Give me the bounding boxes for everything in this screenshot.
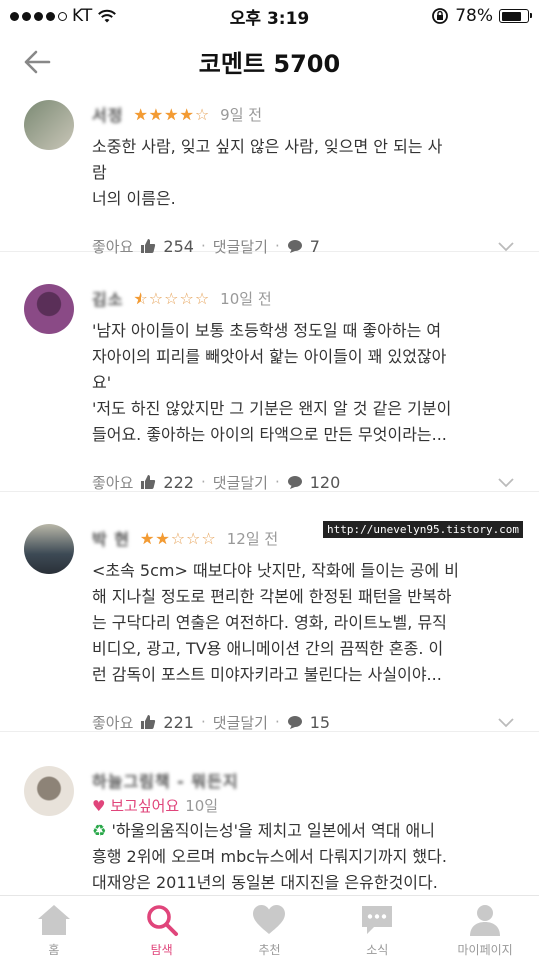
reply-label[interactable]: 댓글달기 xyxy=(213,472,268,493)
thumbs-up-icon[interactable] xyxy=(140,714,156,730)
comment-item: 하늘그림책 - 뭐든지 ♥ 보고싶어요 10일 ♻ '하울의움직이는성'을 제치… xyxy=(0,732,539,895)
divider: · xyxy=(200,713,206,731)
comment-line: 너의 이름은. xyxy=(92,189,176,208)
battery-info: 78% xyxy=(431,6,532,26)
comment-line-text: '하울의움직이는성'을 제치고 일본에서 역대 애니 xyxy=(111,821,435,840)
comment-line: 해 지나칠 정도로 편리한 각본에 한정된 패턴을 반복하 xyxy=(92,587,452,606)
chevron-down-icon[interactable] xyxy=(497,473,515,491)
thumbs-up-icon[interactable] xyxy=(140,474,156,490)
username[interactable]: 서정 xyxy=(92,102,123,126)
comment-item: 서정 ☆☆☆☆☆★★★★★ 9일 전 소중한 사람, 잊고 싶지 않은 사람, … xyxy=(0,90,539,256)
tab-label: 추천 xyxy=(258,943,281,957)
page-title: 코멘트 5700 xyxy=(198,49,341,78)
comment-line: 자아이의 피리를 빼앗아서 핥는 아이들이 꽤 있었잖아 xyxy=(92,347,447,366)
like-label[interactable]: 좋아요 xyxy=(92,472,133,493)
back-arrow-icon[interactable] xyxy=(22,47,52,77)
want-to-watch-badge: ♥ 보고싶어요 xyxy=(92,796,180,815)
comment-line: '남자 아이들이 보통 초등학생 정도일 때 좋아하는 여 xyxy=(92,321,442,340)
tab-label: 소식 xyxy=(366,943,389,957)
comment-date: 12일 전 xyxy=(226,529,279,548)
watermark: http://unevelyn95.tistory.com xyxy=(323,521,524,538)
comment-text[interactable]: ♻ '하울의움직이는성'을 제치고 일본에서 역대 애니 흥행 2위에 오르며 … xyxy=(92,818,515,895)
comment-line: 흥행 2위에 오르며 mbc뉴스에서 다뤄지기까지 했다. xyxy=(92,847,447,866)
tab-label: 홈 xyxy=(48,943,60,957)
comment-date: 10일 전 xyxy=(220,289,272,308)
comment-line: 는 구닥다리 연출은 여전하다. 영화, 라이트노벨, 뮤직 xyxy=(92,613,447,632)
reply-count: 15 xyxy=(309,712,331,732)
username[interactable]: 박 현 xyxy=(92,526,130,550)
divider: · xyxy=(274,713,280,731)
speech-bubble-icon xyxy=(287,476,302,489)
comment-line: 런 감독이 포스트 미야자키라고 불린다는 사실이야... xyxy=(92,665,442,684)
recycle-icon: ♻ xyxy=(92,821,107,840)
comment-line: <초속 5cm> 때보다야 낫지만, 작화에 들이는 공에 비 xyxy=(92,561,460,580)
tab-mypage[interactable]: 마이페이지 xyxy=(431,896,539,960)
comment-line: 람 xyxy=(92,163,107,182)
rotation-lock-icon xyxy=(432,8,449,24)
tab-label: 탐색 xyxy=(150,943,173,957)
divider: · xyxy=(200,473,206,491)
avatar[interactable] xyxy=(24,100,74,150)
like-label[interactable]: 좋아요 xyxy=(92,712,133,733)
username[interactable]: 하늘그림책 - 뭐든지 xyxy=(92,768,239,792)
comment-line: 대재앙은 2011년의 동일본 대지진을 은유한것이다. xyxy=(92,873,438,892)
tab-recommend[interactable]: 추천 xyxy=(216,896,324,960)
tab-home[interactable]: 홈 xyxy=(0,896,108,960)
username[interactable]: 김소 xyxy=(92,286,123,310)
comment-line: '저도 하진 않았지만 그 기분은 왠지 알 것 같은 기분이 xyxy=(92,399,452,418)
like-count: 222 xyxy=(163,472,194,492)
comment-date: 10일 xyxy=(185,796,219,815)
avatar[interactable] xyxy=(24,524,74,574)
tab-label: 마이페이지 xyxy=(457,943,513,957)
battery-icon xyxy=(499,9,532,23)
comment-text[interactable]: '남자 아이들이 보통 초등학생 정도일 때 좋아하는 여 자아이의 피리를 빼… xyxy=(92,318,515,448)
comment-line: 들어요. 좋아하는 아이의 타액으로 만든 무엇이라는... xyxy=(92,425,447,444)
avatar[interactable] xyxy=(24,766,74,816)
star-rating: ☆☆☆☆☆★★★★★ xyxy=(133,104,211,124)
like-count: 221 xyxy=(163,712,194,732)
search-icon xyxy=(146,905,178,936)
reply-count: 120 xyxy=(309,472,341,492)
comment-line: 소중한 사람, 잊고 싶지 않은 사람, 잊으면 안 되는 사 xyxy=(92,137,443,156)
reply-label[interactable]: 댓글달기 xyxy=(213,712,268,733)
home-icon xyxy=(37,905,70,935)
comment-text[interactable]: 소중한 사람, 잊고 싶지 않은 사람, 잊으면 안 되는 사 람 너의 이름은… xyxy=(92,134,515,212)
comment-line: 요' xyxy=(92,373,112,392)
star-rating: ☆☆☆☆☆★★★★★ xyxy=(133,288,211,308)
tab-search[interactable]: 탐색 xyxy=(108,896,216,960)
avatar[interactable] xyxy=(24,284,74,334)
battery-percent: 78% xyxy=(455,6,493,26)
star-rating: ☆☆☆☆☆★★★★★ xyxy=(140,528,217,548)
person-icon xyxy=(470,905,501,936)
heart-icon xyxy=(253,905,286,934)
comment-line: ♻ '하울의움직이는성'을 제치고 일본에서 역대 애니 xyxy=(92,818,515,844)
status-bar: KT 오후 3:19 78% xyxy=(0,0,539,32)
comment-line: 비디오, 광고, TV용 애니메이션 간의 끔찍한 혼종. 이 xyxy=(92,639,444,658)
speech-bubble-icon xyxy=(287,716,302,729)
divider: · xyxy=(274,473,280,491)
bottom-tab-bar: 홈 탐색 추천 소식 마이페이지 xyxy=(0,895,539,960)
comment-date: 9일 전 xyxy=(220,105,263,124)
chat-icon xyxy=(362,906,393,934)
chevron-down-icon[interactable] xyxy=(497,713,515,731)
tab-news[interactable]: 소식 xyxy=(323,896,431,960)
comment-item: 김소 ☆☆☆☆☆★★★★★ 10일 전 '남자 아이들이 보통 초등학생 정도일… xyxy=(0,252,539,492)
top-nav: 코멘트 5700 xyxy=(0,32,539,90)
comment-text[interactable]: <초속 5cm> 때보다야 낫지만, 작화에 들이는 공에 비 해 지나칠 정도… xyxy=(92,558,515,688)
comment-list[interactable]: 서정 ☆☆☆☆☆★★★★★ 9일 전 소중한 사람, 잊고 싶지 않은 사람, … xyxy=(0,90,539,895)
